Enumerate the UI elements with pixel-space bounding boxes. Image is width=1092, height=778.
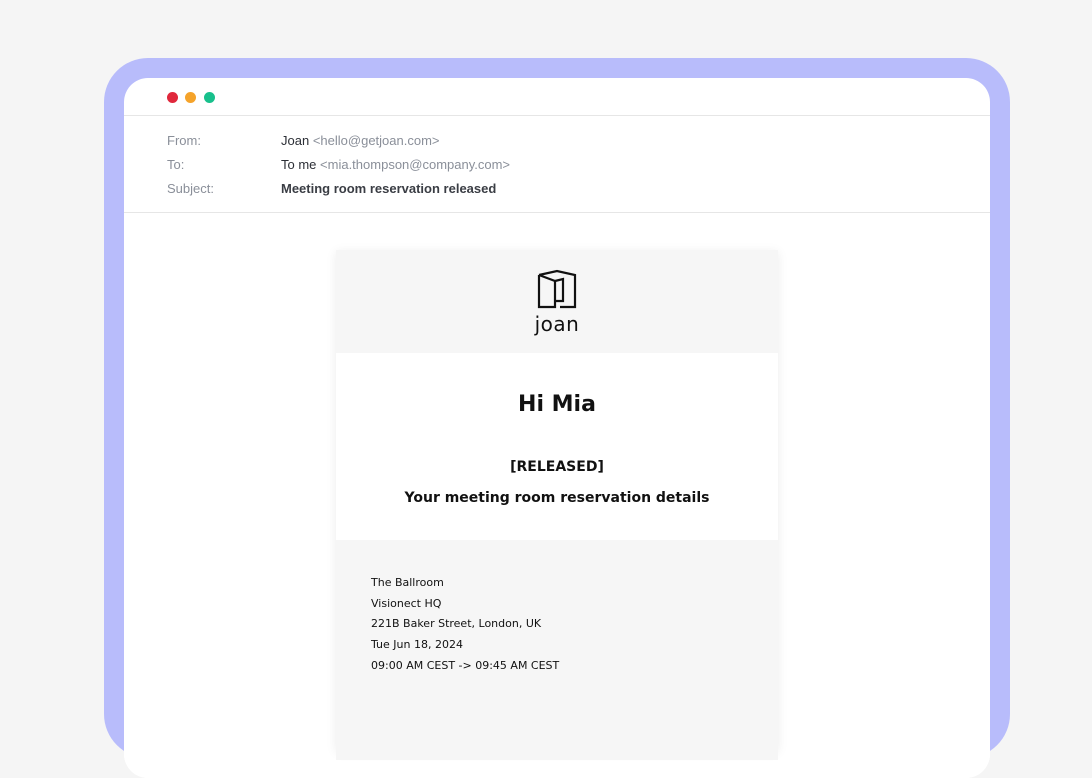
subject-text: Meeting room reservation released xyxy=(281,181,497,196)
window-titlebar xyxy=(124,78,990,116)
to-name: To me xyxy=(281,157,317,172)
reservation-details: The Ballroom Visionect HQ 221B Baker Str… xyxy=(336,540,778,760)
email-headers: From: Joan <hello@getjoan.com> To: To me… xyxy=(124,116,990,213)
status-label: [RELEASED] xyxy=(510,459,604,475)
details-title: Your meeting room reservation details xyxy=(404,490,710,506)
from-label: From: xyxy=(167,133,201,148)
building-name: Visionect HQ xyxy=(371,596,442,610)
logo-text: joan xyxy=(534,312,580,336)
to-label: To: xyxy=(167,157,185,172)
reservation-time: 09:00 AM CEST -> 09:45 AM CEST xyxy=(371,658,560,672)
close-window-button[interactable] xyxy=(167,92,178,103)
subject-row: Subject: Meeting room reservation releas… xyxy=(167,181,867,196)
building-address: 221B Baker Street, London, UK xyxy=(371,617,542,631)
maximize-window-button[interactable] xyxy=(204,92,215,103)
email-body: joan Hi Mia [RELEASED] Your meeting room… xyxy=(124,213,990,778)
joan-logo-icon xyxy=(537,269,577,309)
email-window: From: Joan <hello@getjoan.com> To: To me… xyxy=(124,78,990,778)
from-row: From: Joan <hello@getjoan.com> xyxy=(167,133,867,148)
room-name: The Ballroom xyxy=(371,576,444,589)
greeting-section: Hi Mia [RELEASED] Your meeting room rese… xyxy=(336,353,778,540)
subject-label: Subject: xyxy=(167,181,214,196)
minimize-window-button[interactable] xyxy=(185,92,196,103)
reservation-date: Tue Jun 18, 2024 xyxy=(371,638,463,652)
from-address[interactable]: <hello@getjoan.com> xyxy=(313,133,440,148)
greeting-heading: Hi Mia xyxy=(518,392,596,417)
to-row: To: To me <mia.thompson@company.com> xyxy=(167,157,867,172)
logo-header: joan xyxy=(336,250,778,353)
to-address[interactable]: <mia.thompson@company.com> xyxy=(320,157,510,172)
from-name: Joan xyxy=(281,133,310,148)
message-card: joan Hi Mia [RELEASED] Your meeting room… xyxy=(336,250,778,760)
